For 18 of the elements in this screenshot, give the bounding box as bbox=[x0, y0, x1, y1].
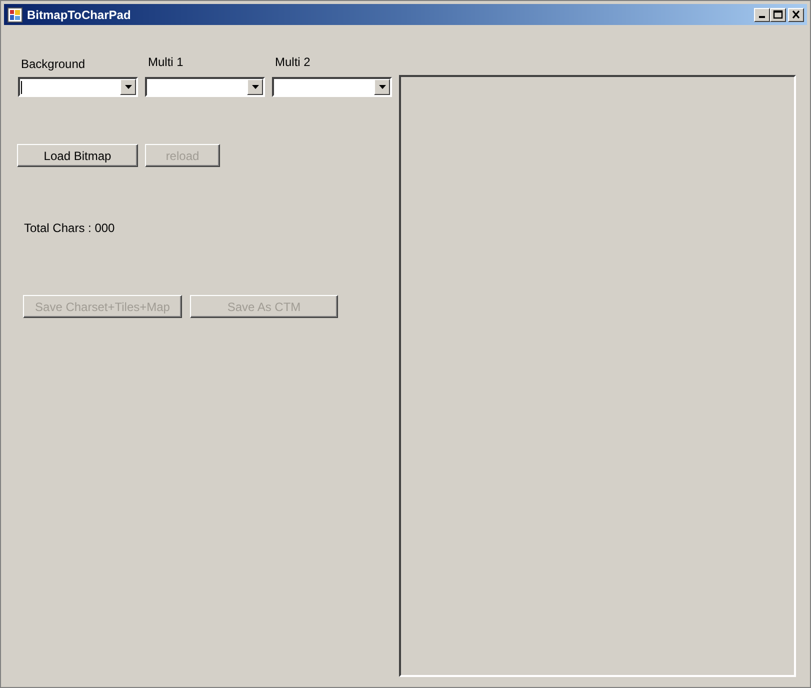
minimize-button[interactable] bbox=[754, 8, 770, 22]
combo-label: Multi 2 bbox=[275, 54, 312, 69]
app-icon bbox=[7, 6, 23, 22]
push-button[interactable]: Load Bitmap bbox=[17, 144, 138, 167]
caret-icon bbox=[378, 85, 386, 89]
dropdown[interactable] bbox=[272, 77, 392, 97]
maximize-button[interactable] bbox=[770, 8, 786, 22]
dropdown[interactable] bbox=[18, 77, 138, 97]
close-icon bbox=[791, 10, 801, 19]
maximize-icon bbox=[773, 10, 783, 19]
window-title: BitmapToCharPad bbox=[27, 6, 131, 24]
caret-icon bbox=[124, 85, 132, 89]
close-button[interactable] bbox=[788, 8, 804, 22]
dropdown[interactable] bbox=[145, 77, 265, 97]
total-chars-text: Total Chars : 000 bbox=[24, 220, 116, 237]
combo-label: Multi 1 bbox=[148, 54, 184, 69]
combo-label: Background bbox=[21, 56, 86, 71]
caret-icon bbox=[252, 85, 258, 89]
